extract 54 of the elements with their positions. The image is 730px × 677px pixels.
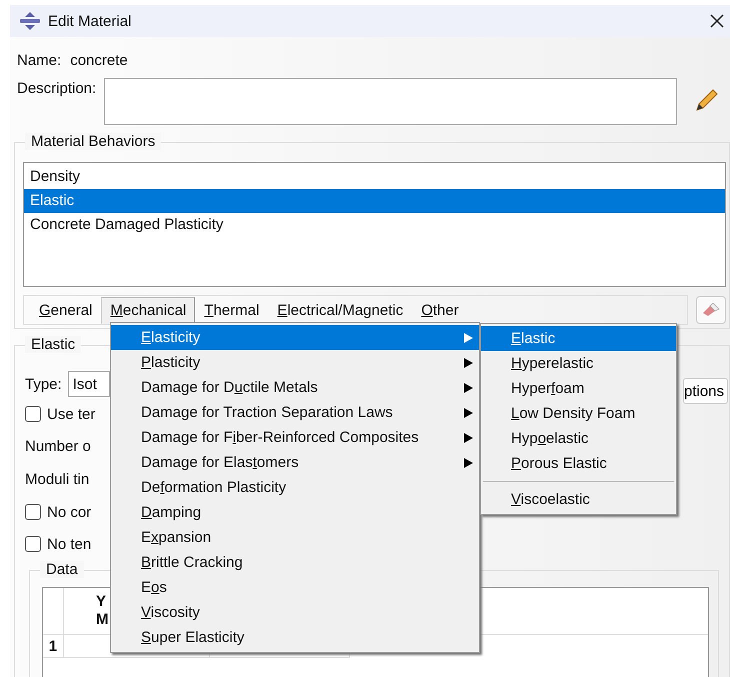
menu-item[interactable]: Other bbox=[412, 296, 468, 324]
menu-item[interactable]: Elasticity bbox=[111, 325, 479, 350]
app-icon bbox=[20, 12, 40, 30]
menu-item[interactable]: Viscosity bbox=[111, 600, 479, 625]
description-label: Description: bbox=[17, 80, 96, 97]
behavior-item[interactable]: Elastic bbox=[24, 189, 725, 213]
group-title: Data bbox=[40, 561, 84, 578]
menu-item[interactable]: Plasticity bbox=[111, 350, 479, 375]
menu-item[interactable]: Electrical/Magnetic bbox=[268, 296, 412, 324]
eraser-button[interactable] bbox=[696, 296, 726, 324]
menu-item[interactable]: Mechanical bbox=[101, 296, 196, 324]
menu-item[interactable]: Low Density Foam bbox=[481, 401, 676, 426]
name-value: concrete bbox=[70, 52, 128, 68]
menu-item[interactable]: Damage for Traction Separation Laws bbox=[111, 400, 479, 425]
menu-item[interactable]: Thermal bbox=[195, 296, 268, 324]
menu-item[interactable]: Hypoelastic bbox=[481, 426, 676, 451]
group-title: Elastic bbox=[25, 336, 82, 353]
menu-item[interactable]: Brittle Cracking bbox=[111, 550, 479, 575]
menu-item[interactable]: Damping bbox=[111, 500, 479, 525]
row-number: 1 bbox=[43, 635, 64, 657]
checkbox-label: No cor bbox=[47, 504, 92, 520]
checkbox[interactable] bbox=[25, 504, 41, 520]
menu-item[interactable]: Damage for Ductile Metals bbox=[111, 375, 479, 400]
checkbox[interactable] bbox=[25, 406, 41, 422]
menu-item[interactable]: Viscoelastic bbox=[481, 487, 676, 512]
checkbox[interactable] bbox=[25, 536, 41, 552]
menu-item[interactable]: General bbox=[30, 296, 102, 324]
pencil-icon[interactable] bbox=[693, 88, 720, 114]
behavior-item[interactable]: Density bbox=[24, 165, 725, 189]
menu-item[interactable]: Super Elasticity bbox=[111, 625, 479, 650]
options-button[interactable]: ptions bbox=[683, 378, 728, 404]
behavior-item[interactable]: Concrete Damaged Plasticity bbox=[24, 213, 725, 237]
description-field[interactable] bbox=[104, 78, 678, 125]
menu-item[interactable]: Hyperfoam bbox=[481, 376, 676, 401]
group-title: Material Behaviors bbox=[25, 133, 162, 150]
eraser-icon bbox=[702, 303, 720, 317]
window-title: Edit Material bbox=[48, 12, 132, 30]
menu-item[interactable]: Damage for Fiber-Reinforced Composites bbox=[111, 425, 479, 450]
menu-item[interactable]: Expansion bbox=[111, 525, 479, 550]
menu-item[interactable]: Hyperelastic bbox=[481, 351, 676, 376]
menu-item[interactable]: Porous Elastic bbox=[481, 451, 676, 476]
field-label: Number o bbox=[25, 438, 91, 455]
type-label: Type: bbox=[25, 376, 62, 392]
menu-item[interactable]: Damage for Elastomers bbox=[111, 450, 479, 475]
field-label: Moduli tin bbox=[25, 471, 90, 488]
name-label: Name: bbox=[17, 52, 62, 68]
menu-item[interactable]: Deformation Plasticity bbox=[111, 475, 479, 500]
column-header: Y M bbox=[96, 593, 108, 629]
menu-item[interactable]: Elastic bbox=[481, 326, 676, 351]
type-dropdown[interactable]: Isot bbox=[68, 371, 110, 397]
checkbox-label: Use ter bbox=[47, 406, 96, 422]
menu-item[interactable]: Eos bbox=[111, 575, 479, 600]
checkbox-label: No ten bbox=[47, 536, 92, 552]
close-icon[interactable] bbox=[710, 14, 724, 28]
